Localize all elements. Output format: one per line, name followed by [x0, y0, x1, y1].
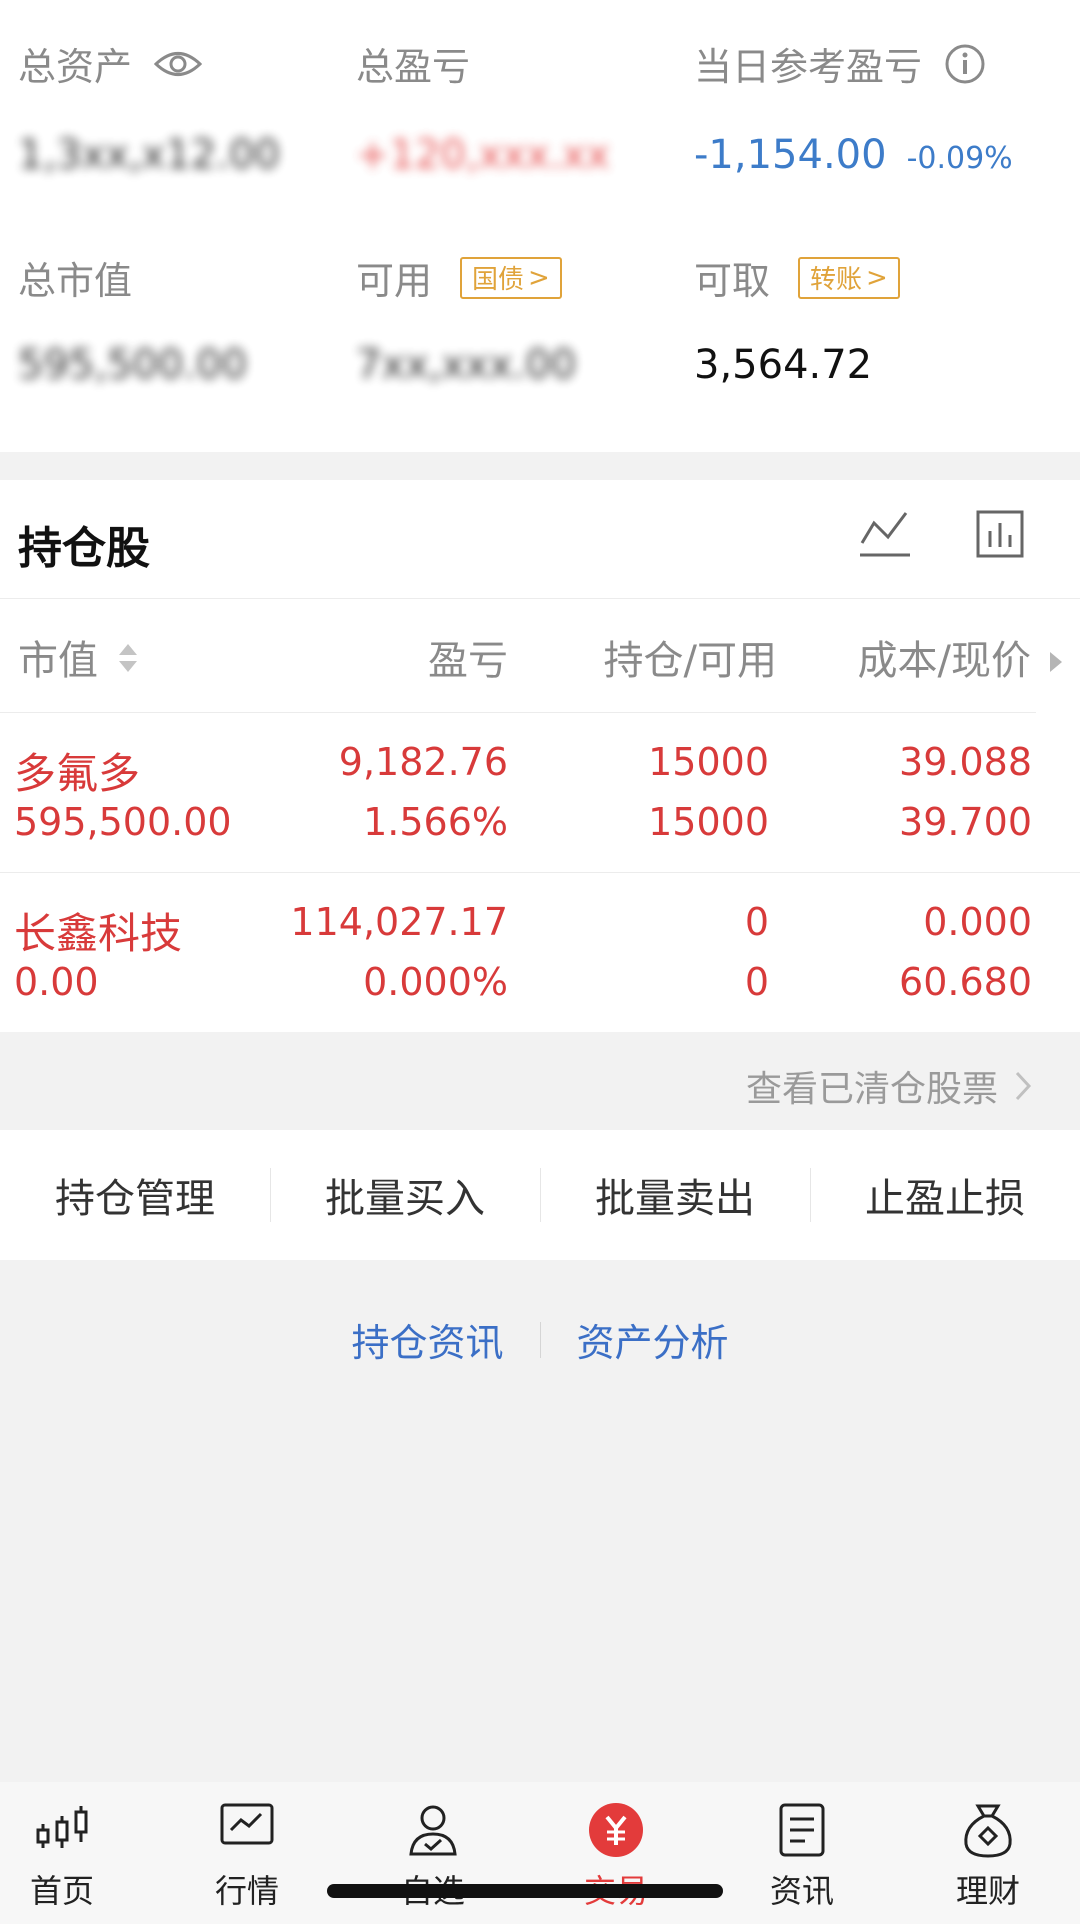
stock-name: 多氟多	[14, 749, 141, 798]
treasury-button[interactable]: 国债 >	[460, 256, 562, 299]
stock-price: 39.700	[899, 800, 1032, 844]
stock-position: 15000	[648, 740, 769, 784]
bar-chart-icon[interactable]	[972, 504, 1028, 564]
eye-icon[interactable]	[154, 49, 203, 79]
chevron-right-icon: >	[866, 262, 888, 293]
column-header-market-value[interactable]: 市值	[18, 628, 139, 686]
scroll-right-icon[interactable]	[1048, 638, 1064, 684]
stock-pnl: 114,027.17	[290, 900, 508, 944]
user-star-icon	[363, 1802, 503, 1858]
market-value-value: 595,500.00	[18, 342, 248, 388]
stock-pnl: 9,182.76	[338, 740, 508, 784]
home-indicator[interactable]	[327, 1884, 723, 1898]
stock-available: 0	[744, 960, 769, 1004]
market-chart-icon	[177, 1802, 317, 1848]
table-row[interactable]: 长鑫科技 0.00 114,027.17 0.000% 0 0 0.000 60…	[0, 872, 1080, 1032]
batch-sell-button[interactable]: 批量卖出	[540, 1130, 810, 1260]
chevron-right-icon	[1014, 1070, 1032, 1102]
available-label: 可用 国债 >	[356, 250, 562, 305]
divider	[539, 1321, 541, 1358]
withdrawable-value: 3,564.72	[694, 342, 873, 388]
stock-market-value: 595,500.00	[14, 800, 232, 844]
stock-pnl-pct: 0.000%	[363, 960, 508, 1004]
column-header-cost-price: 成本/现价	[857, 638, 1031, 684]
money-bag-icon	[918, 1802, 1058, 1860]
info-icon[interactable]	[944, 43, 986, 85]
stock-cost: 0.000	[923, 900, 1032, 944]
document-icon	[732, 1802, 872, 1858]
available-value: 7xx,xxx.00	[356, 342, 577, 388]
view-cleared-stocks-link[interactable]: 查看已清仓股票	[746, 1060, 1032, 1112]
nav-trade[interactable]: 交易	[546, 1782, 686, 1924]
daily-ref-pnl-label: 当日参考盈亏	[694, 36, 986, 91]
total-assets-value: 1,3xx,x12.00	[18, 132, 280, 178]
stock-price: 60.680	[899, 960, 1032, 1004]
nav-home[interactable]: 首页	[0, 1782, 132, 1924]
total-pnl-label: 总盈亏	[356, 45, 471, 89]
nav-watchlist[interactable]: 自选	[363, 1782, 503, 1924]
trend-line-icon[interactable]	[857, 504, 913, 564]
nav-wealth[interactable]: 理财	[918, 1782, 1058, 1924]
transfer-button[interactable]: 转账 >	[798, 256, 900, 299]
daily-ref-pnl-value: -1,154.00 -0.09%	[694, 132, 1013, 178]
total-assets-label: 总资产	[18, 36, 203, 91]
position-actions: 持仓管理 批量买入 批量卖出 止盈止损	[0, 1130, 1080, 1260]
position-management-button[interactable]: 持仓管理	[0, 1130, 270, 1260]
holdings-card: 持仓股 市值 盈亏 持仓/可用 成本/现价 多氟多 595,500.00 9,1…	[0, 480, 1080, 1032]
candlestick-icon	[0, 1802, 132, 1852]
daily-ref-pnl-pct: -0.09%	[906, 141, 1013, 176]
table-row[interactable]: 多氟多 595,500.00 9,182.76 1.566% 15000 150…	[0, 712, 1080, 872]
stock-name: 长鑫科技	[14, 909, 183, 958]
yuan-icon	[546, 1802, 686, 1858]
holdings-title: 持仓股	[18, 523, 150, 574]
market-value-label: 总市值	[18, 259, 133, 303]
stock-position: 0	[744, 900, 769, 944]
stop-profit-loss-button[interactable]: 止盈止损	[810, 1130, 1080, 1260]
total-pnl-value: +120,xxx.xx	[356, 132, 610, 178]
stock-cost: 39.088	[899, 740, 1032, 784]
stock-pnl-pct: 1.566%	[363, 800, 508, 844]
column-header-position: 持仓/可用	[603, 638, 777, 684]
withdrawable-label: 可取 转账 >	[694, 250, 900, 305]
asset-analysis-link[interactable]: 资产分析	[577, 1312, 729, 1367]
stock-available: 15000	[648, 800, 769, 844]
nav-market[interactable]: 行情	[177, 1782, 317, 1924]
bottom-links: 持仓资讯 资产分析	[0, 1312, 1080, 1367]
nav-news[interactable]: 资讯	[732, 1782, 872, 1924]
chevron-right-icon: >	[528, 262, 550, 293]
holdings-news-link[interactable]: 持仓资讯	[351, 1312, 503, 1367]
batch-buy-button[interactable]: 批量买入	[270, 1130, 540, 1260]
sort-icon	[117, 640, 139, 686]
divider	[0, 598, 1080, 599]
column-header-pnl: 盈亏	[428, 638, 508, 684]
stock-market-value: 0.00	[14, 960, 99, 1004]
bottom-nav: 首页 行情 自选 交易 资讯 理财	[0, 1782, 1080, 1924]
asset-summary: 总资产 1,3xx,x12.00 总盈亏 +120,xxx.xx 当日参考盈亏 …	[0, 0, 1080, 452]
